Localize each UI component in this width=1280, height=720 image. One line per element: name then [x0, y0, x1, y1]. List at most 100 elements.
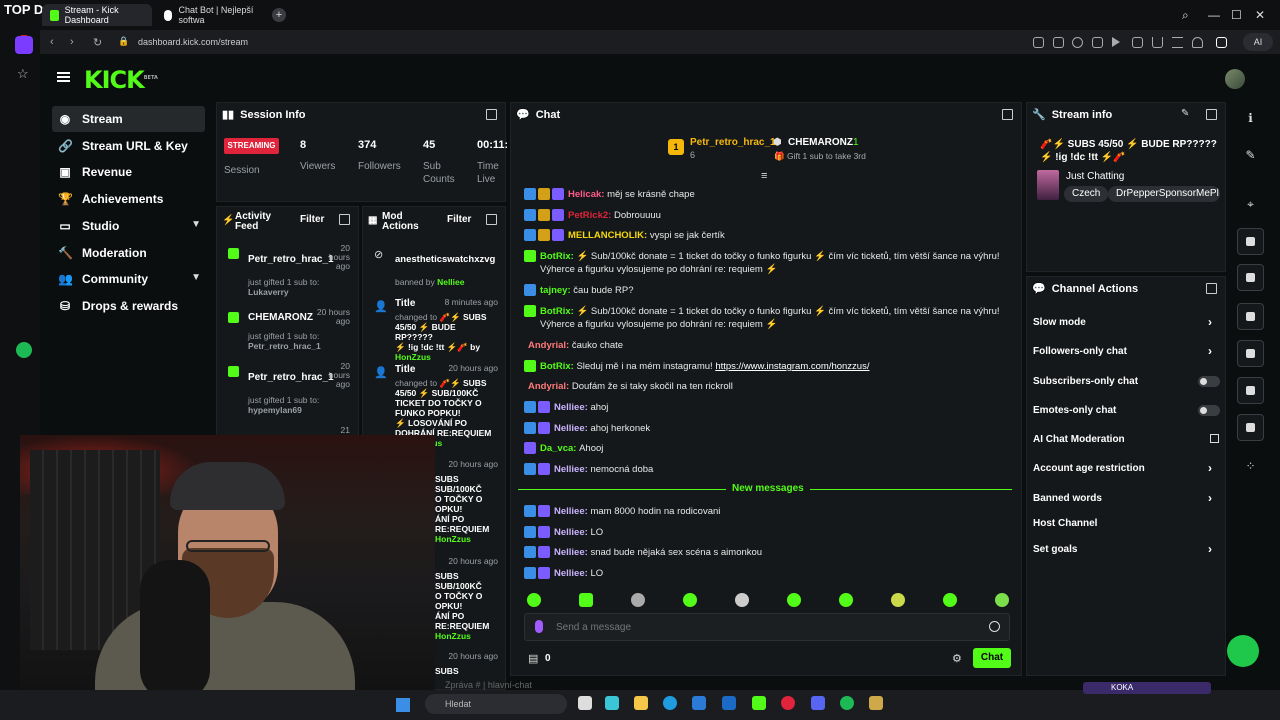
spotify-icon[interactable]	[16, 342, 32, 358]
feed-item-name[interactable]: Petr_retro_hrac_1	[248, 254, 334, 265]
new-tab-button[interactable]: +	[272, 8, 286, 22]
emote-icon[interactable]	[527, 593, 541, 607]
sidebar-item-community[interactable]: 👥 Community ▼	[52, 266, 205, 292]
emotes-only-toggle[interactable]	[1198, 405, 1220, 416]
chat-username[interactable]: BotRix	[540, 306, 571, 317]
chat-username[interactable]: MELLANCHOLIK	[568, 230, 644, 241]
chat-username[interactable]: Nelliee	[554, 402, 585, 413]
notes-icon[interactable]	[1237, 264, 1264, 291]
emote-icon[interactable]	[839, 593, 853, 607]
support-headset-icon[interactable]	[1227, 635, 1259, 667]
chat-input[interactable]	[556, 618, 976, 636]
chat-username[interactable]: Nelliee	[554, 527, 585, 538]
quick-action-bolt-icon[interactable]	[1237, 228, 1264, 255]
edit-pencil-icon[interactable]: ✎	[1181, 108, 1189, 119]
chat-username[interactable]: PetRick2	[568, 210, 608, 221]
minimize-icon[interactable]: —	[1208, 8, 1220, 22]
spotify-app-icon[interactable]	[840, 696, 854, 710]
store-icon[interactable]: ▤	[528, 652, 538, 665]
sidebar-item-achievements[interactable]: 🏆 Achievements	[52, 186, 205, 212]
emote-icon[interactable]	[787, 593, 801, 607]
pinned-gifter-1[interactable]: Petr_retro_hrac_1	[690, 137, 776, 148]
subscribers-only-toggle[interactable]	[1198, 376, 1220, 387]
url-field[interactable]: dashboard.kick.com/stream	[138, 37, 248, 47]
banned-words-action[interactable]: Banned words	[1033, 493, 1102, 504]
set-goals-action[interactable]: Set goals	[1033, 544, 1077, 555]
store-app-icon[interactable]	[692, 696, 706, 710]
host-channel-action[interactable]: Host Channel	[1033, 518, 1097, 529]
banned-user[interactable]: anestheticswatchxzvg	[395, 254, 495, 265]
popout-icon[interactable]	[1002, 109, 1013, 120]
emoji-icon[interactable]	[989, 621, 1000, 632]
feed-item-target[interactable]: hypemylan69	[248, 405, 302, 415]
sidebar-item-stream-url[interactable]: 🔗 Stream URL & Key	[52, 133, 205, 159]
tab-kick-dashboard[interactable]: Stream - Kick Dashboard	[42, 4, 152, 26]
aria-extension-icon[interactable]	[1216, 37, 1227, 48]
followers-only-action[interactable]: Followers-only chat	[1033, 346, 1127, 357]
feed-item-target[interactable]: Lukaverry	[248, 287, 289, 297]
download-icon[interactable]	[1152, 37, 1163, 48]
emote-icon[interactable]	[891, 593, 905, 607]
ai-moderation-action[interactable]: AI Chat Moderation	[1033, 434, 1125, 445]
windows-start-icon[interactable]	[396, 698, 410, 712]
sidebar-item-studio[interactable]: ▭ Studio ▼	[52, 213, 205, 239]
chat-username[interactable]: BotRix	[540, 251, 571, 262]
emote-icon[interactable]	[631, 593, 645, 607]
taskbar-search[interactable]: Hledat	[425, 694, 567, 714]
wrench-tool-icon[interactable]	[1237, 414, 1264, 441]
file-explorer-icon[interactable]	[634, 696, 648, 710]
broadcast-icon[interactable]	[1237, 340, 1264, 367]
copilot-icon[interactable]	[605, 696, 619, 710]
outlook-icon[interactable]	[722, 696, 736, 710]
activity-filter-button[interactable]: Filter	[300, 214, 324, 225]
chevron-right-icon[interactable]: ›	[1208, 491, 1212, 505]
kick-app-icon[interactable]	[752, 696, 766, 710]
emote-icon[interactable]	[735, 593, 749, 607]
chat-username[interactable]: Nelliee	[554, 464, 585, 475]
kick-logo[interactable]: KICKBETA	[84, 66, 158, 94]
chat-username[interactable]: Helicak	[568, 189, 601, 200]
popout-icon[interactable]	[486, 109, 497, 120]
chat-link[interactable]: https://www.instagram.com/honzzus/	[715, 361, 869, 372]
account-age-action[interactable]: Account age restriction	[1033, 463, 1145, 474]
ai-button[interactable]: AI	[1243, 33, 1273, 51]
forward-icon[interactable]: ›	[70, 36, 74, 48]
feed-item-name[interactable]: Petr_retro_hrac_1	[248, 372, 334, 383]
taskview-icon[interactable]	[578, 696, 592, 710]
browser-search-icon[interactable]: ⌕	[1182, 8, 1189, 23]
menu-lines-icon[interactable]	[1172, 37, 1183, 48]
close-window-icon[interactable]: ✕	[1255, 8, 1265, 22]
collapse-pinned-icon[interactable]: ≡	[761, 170, 767, 182]
chat-username[interactable]: Da_vca	[540, 443, 573, 454]
sidebar-item-stream[interactable]: ◉ Stream	[52, 106, 205, 132]
external-link-icon[interactable]	[1210, 434, 1219, 443]
feed-item-name[interactable]: CHEMARONZ	[248, 312, 313, 323]
sidebar-item-drops[interactable]: ⛁ Drops & rewards	[52, 293, 205, 319]
game-app-icon[interactable]	[869, 696, 883, 710]
chat-username[interactable]: Nelliee	[554, 568, 585, 579]
sidebar-item-revenue[interactable]: ▣ Revenue	[52, 159, 205, 185]
maximize-icon[interactable]: ☐	[1231, 8, 1242, 22]
chevron-right-icon[interactable]: ›	[1208, 542, 1212, 556]
extension-icon[interactable]	[1092, 37, 1103, 48]
shield-icon[interactable]	[1072, 37, 1083, 48]
microphone-icon[interactable]	[535, 620, 543, 633]
chat-username[interactable]: Andyrial	[528, 381, 566, 392]
play-icon[interactable]	[1112, 37, 1120, 47]
profile-icon[interactable]	[1192, 37, 1203, 48]
info-icon[interactable]: ℹ	[1244, 111, 1257, 125]
chat-tool-icon[interactable]	[1237, 303, 1264, 330]
feed-item-target[interactable]: Petr_retro_hrac_1	[248, 341, 321, 351]
popout-icon[interactable]	[1206, 109, 1217, 120]
chevron-right-icon[interactable]: ›	[1208, 315, 1212, 329]
edit-icon[interactable]: ✎	[1244, 148, 1257, 162]
chat-settings-gear-icon[interactable]: ⚙	[952, 652, 962, 665]
back-icon[interactable]: ‹	[50, 36, 54, 48]
send-chat-button[interactable]: Chat	[973, 648, 1011, 668]
edge-icon[interactable]	[663, 696, 677, 710]
category-name[interactable]: Just Chatting	[1066, 171, 1124, 182]
opera-app-icon[interactable]	[781, 696, 795, 710]
popout-icon[interactable]	[486, 214, 497, 225]
more-dots-icon[interactable]: ⁘	[1244, 459, 1257, 473]
sidebar-item-moderation[interactable]: 🔨 Moderation	[52, 240, 205, 266]
